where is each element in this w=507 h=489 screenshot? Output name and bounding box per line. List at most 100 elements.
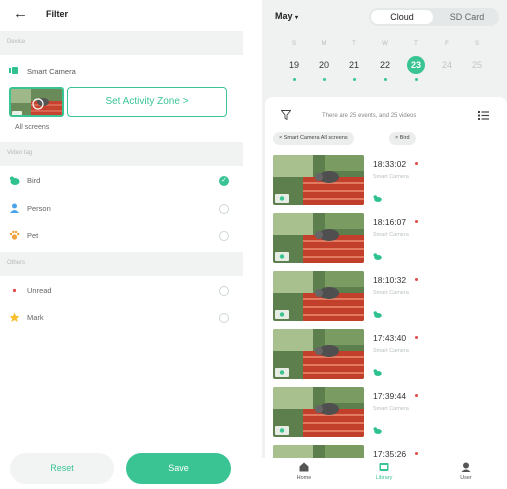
- event-camera: Smart Camera: [373, 348, 409, 354]
- caret-down-icon: ▾: [295, 15, 299, 21]
- event-camera: Smart Camera: [373, 232, 409, 238]
- unread-dot-icon: [415, 452, 418, 455]
- section-device: Device: [0, 31, 243, 55]
- tab-cloud[interactable]: Cloud: [371, 10, 433, 24]
- section-label: Others: [7, 260, 26, 266]
- event-camera: Smart Camera: [373, 290, 409, 296]
- section-others: Others: [0, 252, 243, 276]
- tab-label: User: [460, 475, 472, 481]
- event-thumbnail[interactable]: [273, 155, 364, 205]
- option-label: Unread: [27, 286, 52, 295]
- storage-toggle: Cloud SD Card: [369, 8, 499, 26]
- unread-dot-icon: [415, 336, 418, 339]
- radio-button[interactable]: [219, 231, 229, 241]
- list-view-icon[interactable]: [478, 110, 489, 121]
- set-activity-zone-button[interactable]: Set Activity Zone >: [67, 87, 227, 117]
- arrow-left-icon[interactable]: ←: [13, 5, 28, 22]
- checked-icon[interactable]: ✓: [219, 176, 229, 186]
- event-time: 18:33:02: [373, 159, 407, 169]
- library-icon: [379, 463, 389, 471]
- radio-button[interactable]: [219, 313, 229, 323]
- event-thumbnail[interactable]: [273, 213, 364, 263]
- weekday-label: S: [291, 41, 296, 47]
- month-selector[interactable]: May ▾: [275, 11, 298, 21]
- date-21[interactable]: 21: [344, 60, 364, 70]
- tab-label: Library: [375, 475, 393, 481]
- paw-icon: [9, 230, 20, 240]
- bottom-tab-bar: Home Library User: [262, 458, 507, 489]
- tab-user[interactable]: User: [446, 462, 486, 481]
- reset-button[interactable]: Reset: [10, 453, 114, 484]
- home-icon: [299, 462, 309, 472]
- section-video-tag: Video tag: [0, 142, 243, 166]
- filter-option-unread[interactable]: Unread: [0, 280, 243, 302]
- filter-option-person[interactable]: Person: [0, 198, 243, 220]
- date-22[interactable]: 22: [375, 60, 395, 70]
- date-20[interactable]: 20: [314, 60, 334, 70]
- option-label: Person: [27, 204, 51, 213]
- date-25[interactable]: 25: [467, 60, 487, 70]
- filter-header: ← Filter: [0, 0, 243, 30]
- unread-dot-icon: [415, 278, 418, 281]
- camera-icon: [9, 67, 18, 74]
- event-time: 17:43:40: [373, 333, 407, 343]
- filter-option-bird[interactable]: Bird ✓: [0, 170, 243, 192]
- radio-button[interactable]: [219, 286, 229, 296]
- filter-chip[interactable]: × Smart Camera All screens: [273, 132, 354, 145]
- tab-home[interactable]: Home: [284, 462, 324, 481]
- library-panel: May ▾ Cloud SD Card S M T W T F S 19 20 21 22 23 24 2…: [262, 0, 507, 489]
- has-events-dot: [383, 78, 387, 81]
- date-19[interactable]: 19: [284, 60, 304, 70]
- weekday-label: S: [474, 41, 479, 47]
- filter-option-mark[interactable]: Mark: [0, 307, 243, 329]
- tab-library[interactable]: Library: [364, 462, 404, 481]
- section-label: Video tag: [7, 150, 33, 156]
- weekday-label: T: [414, 41, 418, 47]
- camera-thumbnail[interactable]: [9, 87, 64, 117]
- chip-label: Bird: [399, 135, 410, 141]
- all-screens-label: All screens: [15, 124, 50, 131]
- event-thumbnail[interactable]: [273, 271, 364, 321]
- filter-icon[interactable]: [281, 110, 291, 120]
- events-summary: There are 25 events, and 25 videos: [322, 113, 417, 119]
- event-time: 18:10:32: [373, 275, 407, 285]
- bird-icon: [373, 311, 382, 318]
- event-thumbnail[interactable]: [273, 387, 364, 437]
- event-time: 17:39:44: [373, 391, 407, 401]
- option-label: Mark: [27, 313, 44, 322]
- filter-panel: ← Filter Device Smart Camera Set Activit…: [0, 0, 243, 489]
- event-camera: Smart Camera: [373, 174, 409, 180]
- bird-icon: [373, 369, 382, 376]
- has-events-dot: [322, 78, 326, 81]
- star-icon: [9, 312, 20, 322]
- bird-icon: [373, 253, 382, 260]
- weekday-label: M: [321, 41, 327, 47]
- weekday-label: F: [445, 41, 449, 47]
- month-label: May: [275, 11, 293, 21]
- page-title: Filter: [46, 9, 69, 19]
- filter-option-pet[interactable]: Pet: [0, 225, 243, 247]
- date-24[interactable]: 24: [437, 60, 457, 70]
- has-events-dot: [414, 78, 418, 81]
- event-camera: Smart Camera: [373, 406, 409, 412]
- event-thumbnail[interactable]: [273, 329, 364, 379]
- section-label: Device: [7, 39, 26, 45]
- event-time: 18:16:07: [373, 217, 407, 227]
- unread-dot-icon: [415, 394, 418, 397]
- bird-icon: [373, 195, 382, 202]
- tab-sd-card[interactable]: SD Card: [437, 10, 497, 24]
- has-events-dot: [352, 78, 356, 81]
- save-button[interactable]: Save: [126, 453, 231, 484]
- date-23[interactable]: 23: [407, 56, 425, 74]
- unread-dot-icon: [415, 220, 418, 223]
- filter-chip[interactable]: × Bird: [389, 132, 416, 145]
- weekday-label: W: [382, 41, 388, 47]
- option-label: Pet: [27, 231, 39, 240]
- person-icon: [10, 203, 19, 213]
- user-icon: [461, 462, 471, 472]
- camera-name: Smart Camera: [27, 67, 76, 76]
- chip-label: Smart Camera All screens: [283, 135, 348, 141]
- bird-icon: [10, 176, 20, 185]
- unread-dot-icon: [415, 162, 418, 165]
- radio-button[interactable]: [219, 204, 229, 214]
